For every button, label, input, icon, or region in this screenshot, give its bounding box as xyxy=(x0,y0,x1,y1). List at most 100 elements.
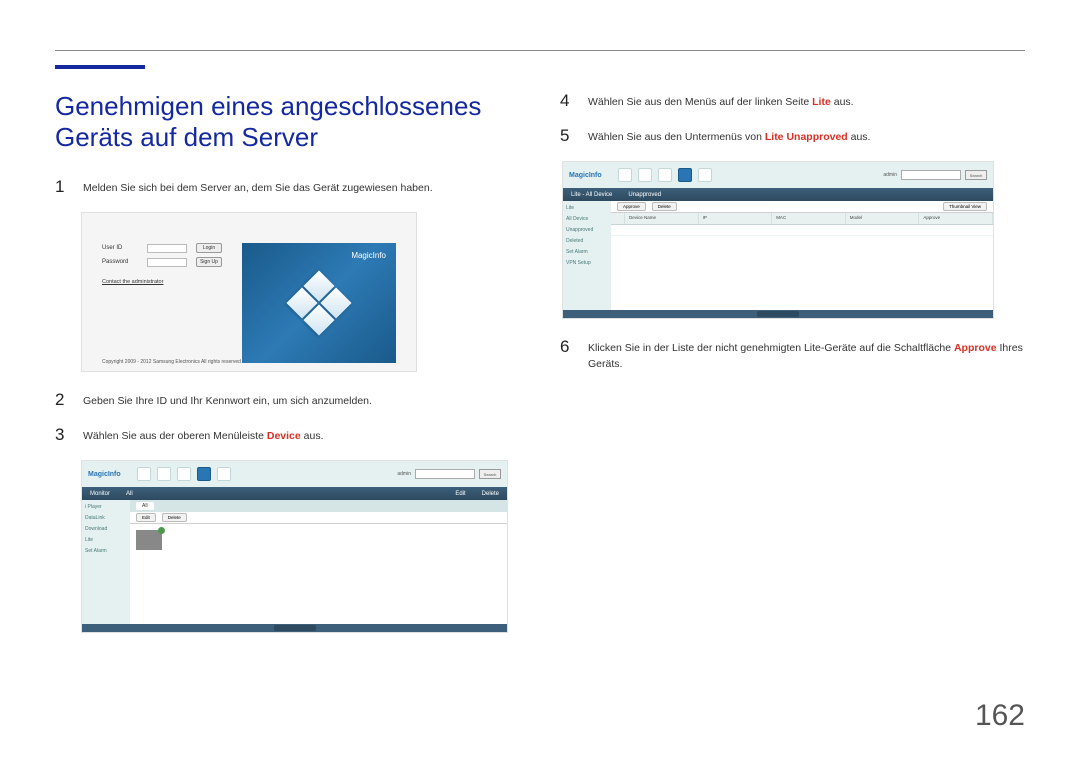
step-6: 6 Klicken Sie in der Liste der nicht gen… xyxy=(560,337,1025,373)
sidebar-item[interactable]: Download xyxy=(85,526,127,532)
menubar-delete[interactable]: Delete xyxy=(482,491,499,497)
keyword-unapproved: Lite Unapproved xyxy=(765,131,848,143)
user-info: admin xyxy=(883,172,897,178)
th-check xyxy=(611,213,625,224)
accent-bar xyxy=(55,65,145,69)
page-content: Genehmigen eines angeschlossenes Geräts … xyxy=(55,91,1025,651)
td-model xyxy=(846,225,920,235)
step-post: aus. xyxy=(831,96,854,108)
search-button[interactable]: Search xyxy=(965,170,987,180)
sidebar-item[interactable]: DataLink xyxy=(85,515,127,521)
delete-button[interactable]: Delete xyxy=(652,202,677,211)
nav-icon-2[interactable] xyxy=(638,168,652,182)
app-logo: MagicInfo xyxy=(569,172,602,179)
search-input[interactable] xyxy=(901,170,961,180)
search-input[interactable] xyxy=(415,469,475,479)
td-check[interactable] xyxy=(611,225,625,235)
top-rule xyxy=(55,50,1025,51)
step-pre: Klicken Sie in der Liste der nicht geneh… xyxy=(588,342,954,354)
login-row-pass: Password Sign Up xyxy=(102,257,222,267)
view-button[interactable]: Thumbnail View xyxy=(943,202,987,211)
tab-lite-all[interactable]: Lite - All Device xyxy=(571,192,612,198)
sidebar-item[interactable]: i Player xyxy=(85,504,127,510)
right-column: 4 Wählen Sie aus den Menüs auf der linke… xyxy=(560,91,1025,651)
sidebar-item[interactable]: Lite xyxy=(566,205,608,211)
signup-button[interactable]: Sign Up xyxy=(196,257,222,267)
app-body: i Player DataLink Download Lite Set Alar… xyxy=(82,500,507,624)
tab-unapproved[interactable]: Unapproved xyxy=(628,192,661,198)
th-model: Model xyxy=(846,213,920,224)
app-footer xyxy=(563,310,993,318)
login-form: User ID Login Password Sign Up Contact t… xyxy=(102,243,222,363)
nav-icon-2[interactable] xyxy=(157,467,171,481)
password-input[interactable] xyxy=(147,258,187,267)
app-footer xyxy=(82,624,507,632)
copyright-text: Copyright 2009 - 2012 Samsung Electronic… xyxy=(102,359,241,365)
menubar-all[interactable]: All xyxy=(126,491,133,497)
sidebar-item[interactable]: Set Alarm xyxy=(85,548,127,554)
keyword-device: Device xyxy=(267,430,301,442)
step-1: 1 Melden Sie sich bei dem Server an, dem… xyxy=(55,177,520,197)
nav-icon-1[interactable] xyxy=(618,168,632,182)
sidebar-item[interactable]: Deleted xyxy=(566,238,608,244)
step-text: Geben Sie Ihre ID und Ihr Kennwort ein, … xyxy=(83,390,372,410)
app-topbar: MagicInfo admin Search xyxy=(82,461,507,487)
keyword-approve: Approve xyxy=(954,342,997,354)
mini-edit[interactable]: Edit xyxy=(136,513,156,522)
sidebar-item[interactable]: Set Alarm xyxy=(566,249,608,255)
step-post: aus. xyxy=(301,430,324,442)
step-text: Wählen Sie aus den Menüs auf der linken … xyxy=(588,91,854,111)
step-number: 5 xyxy=(560,126,574,146)
nav-icon-device[interactable] xyxy=(678,168,692,182)
td-approve[interactable] xyxy=(919,225,993,235)
pagination-control[interactable] xyxy=(274,625,316,631)
step-post: aus. xyxy=(848,131,871,143)
user-info: admin xyxy=(397,471,411,477)
nav-icon-5[interactable] xyxy=(217,467,231,481)
screenshot-unapproved: MagicInfo admin Search Lite - All Device… xyxy=(562,161,994,319)
password-label: Password xyxy=(102,259,138,265)
tab-all[interactable]: All xyxy=(136,502,154,510)
nav-icon-device[interactable] xyxy=(197,467,211,481)
step-4: 4 Wählen Sie aus den Menüs auf der linke… xyxy=(560,91,1025,111)
keyword-lite: Lite xyxy=(812,96,831,108)
top-right: admin Search xyxy=(397,469,501,479)
td-mac xyxy=(772,225,846,235)
step-pre: Wählen Sie aus den Untermenüs von xyxy=(588,131,765,143)
pagination-control[interactable] xyxy=(757,311,799,317)
sidebar-item[interactable]: VPN Setup xyxy=(566,260,608,266)
th-ip: IP xyxy=(699,213,773,224)
user-id-input[interactable] xyxy=(147,244,187,253)
top-nav-icons xyxy=(618,168,712,182)
approve-button[interactable]: Approve xyxy=(617,202,646,211)
step-pre: Wählen Sie aus der oberen Menüleiste xyxy=(83,430,267,442)
menubar-edit[interactable]: Edit xyxy=(455,491,465,497)
app-body: Lite All Device Unapproved Deleted Set A… xyxy=(563,201,993,310)
search-button[interactable]: Search xyxy=(479,469,501,479)
contact-admin-link[interactable]: Contact the administrator xyxy=(102,279,222,285)
sidebar-item[interactable]: Unapproved xyxy=(566,227,608,233)
login-button[interactable]: Login xyxy=(196,243,222,253)
th-approve: Approve xyxy=(919,213,993,224)
mini-delete[interactable]: Delete xyxy=(162,513,187,522)
tab-row: All xyxy=(130,500,507,512)
step-text: Klicken Sie in der Liste der nicht geneh… xyxy=(588,337,1025,373)
step-text: Wählen Sie aus den Untermenüs von Lite U… xyxy=(588,126,870,146)
diamond-icon xyxy=(289,273,349,333)
table-row[interactable] xyxy=(611,225,993,236)
th-mac: MAC xyxy=(772,213,846,224)
app-sidebar: Lite All Device Unapproved Deleted Set A… xyxy=(563,201,611,310)
sidebar-item[interactable]: All Device xyxy=(566,216,608,222)
menubar-monitor[interactable]: Monitor xyxy=(90,491,110,497)
screenshot-device: MagicInfo admin Search Monitor All Edit xyxy=(81,460,508,633)
nav-icon-1[interactable] xyxy=(137,467,151,481)
nav-icon-3[interactable] xyxy=(177,467,191,481)
nav-icon-5[interactable] xyxy=(698,168,712,182)
step-number: 6 xyxy=(560,337,574,357)
device-thumbnail[interactable] xyxy=(136,530,162,550)
step-number: 1 xyxy=(55,177,69,197)
td-name xyxy=(625,225,699,235)
nav-icon-3[interactable] xyxy=(658,168,672,182)
check-icon xyxy=(158,527,165,534)
sidebar-item[interactable]: Lite xyxy=(85,537,127,543)
